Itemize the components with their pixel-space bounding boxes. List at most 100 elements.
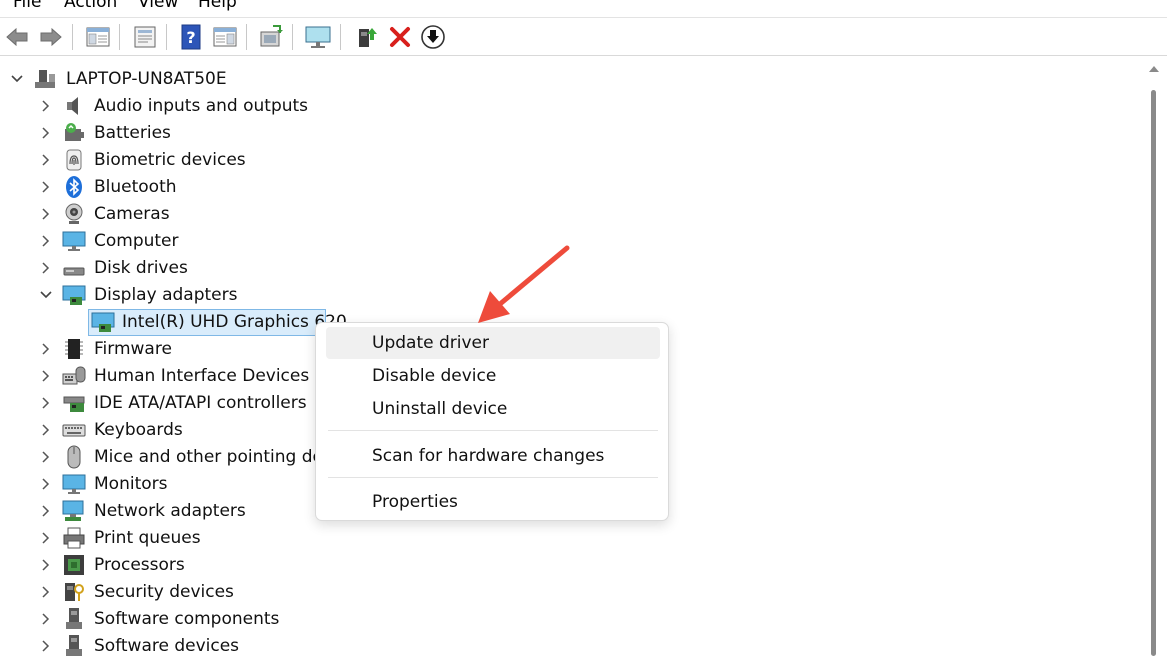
- back-button[interactable]: [2, 22, 32, 52]
- toolbar-separator: [72, 24, 73, 50]
- forward-icon: [40, 27, 62, 47]
- software-component-icon: [66, 608, 82, 629]
- chevron-right-icon[interactable]: [36, 177, 56, 197]
- chevron-right-icon[interactable]: [36, 501, 56, 521]
- chevron-right-icon[interactable]: [36, 636, 56, 656]
- tree-root[interactable]: LAPTOP-UN8AT50E: [0, 66, 1140, 93]
- scan-hardware-icon: [260, 25, 283, 47]
- monitor-icon: [305, 26, 331, 48]
- menu-bar: File Action View Help: [0, 0, 1167, 18]
- tree-item-biometric[interactable]: Biometric devices: [0, 147, 1140, 174]
- menu-help[interactable]: Help: [198, 0, 237, 12]
- tree-item-audio[interactable]: Audio inputs and outputs: [0, 93, 1140, 120]
- chevron-right-icon[interactable]: [36, 420, 56, 440]
- network-adapter-icon: [62, 500, 84, 521]
- display-adapter-icon: [62, 285, 86, 305]
- console-tree-button[interactable]: [83, 22, 113, 52]
- computer-icon: [35, 70, 55, 88]
- mouse-icon: [67, 445, 81, 469]
- vertical-scrollbar[interactable]: [1140, 56, 1167, 656]
- chevron-down-icon[interactable]: [7, 69, 27, 89]
- processor-icon: [64, 555, 84, 575]
- context-menu: Update driver Disable device Uninstall d…: [315, 322, 669, 521]
- help-icon: ?: [181, 24, 201, 50]
- tree-item-processors[interactable]: Processors: [0, 552, 1140, 579]
- chevron-right-icon[interactable]: [36, 258, 56, 278]
- uninstall-device-menu-item[interactable]: Uninstall device: [326, 393, 660, 425]
- fingerprint-icon: [66, 149, 82, 171]
- monitor-icon: [62, 231, 86, 251]
- chevron-right-icon[interactable]: [36, 528, 56, 548]
- tree-item-display-adapters[interactable]: Display adapters: [0, 282, 1140, 309]
- chip-icon: [65, 339, 83, 359]
- tree-item-cameras[interactable]: Cameras: [0, 201, 1140, 228]
- chevron-right-icon[interactable]: [36, 339, 56, 359]
- action-pane-icon: [213, 27, 237, 47]
- monitor-button[interactable]: [303, 22, 333, 52]
- keyboard-icon: [62, 424, 86, 437]
- menu-action[interactable]: Action: [64, 0, 117, 12]
- chevron-right-icon[interactable]: [36, 231, 56, 251]
- scroll-thumb[interactable]: [1151, 90, 1156, 656]
- chevron-down-icon[interactable]: [36, 285, 56, 305]
- ide-controller-icon: [63, 396, 85, 412]
- security-device-icon: [65, 583, 84, 601]
- help-button[interactable]: ?: [176, 22, 206, 52]
- battery-icon: [65, 123, 84, 141]
- properties-icon: [134, 26, 156, 48]
- chevron-right-icon[interactable]: [36, 393, 56, 413]
- disable-device-menu-item[interactable]: Disable device: [326, 360, 660, 392]
- uninstall-icon: [390, 27, 410, 47]
- chevron-right-icon[interactable]: [36, 447, 56, 467]
- menu-separator: [328, 477, 658, 478]
- scroll-up-arrow-icon[interactable]: [1149, 66, 1159, 72]
- chevron-right-icon[interactable]: [36, 96, 56, 116]
- chevron-right-icon[interactable]: [36, 582, 56, 602]
- tree-item-software-components[interactable]: Software components: [0, 606, 1140, 633]
- properties-menu-item[interactable]: Properties: [326, 486, 660, 518]
- chevron-right-icon[interactable]: [36, 150, 56, 170]
- chevron-right-icon[interactable]: [36, 204, 56, 224]
- toolbar: ?: [0, 18, 1167, 56]
- scan-hardware-menu-item[interactable]: Scan for hardware changes: [326, 440, 660, 472]
- chevron-right-icon[interactable]: [36, 366, 56, 386]
- chevron-right-icon[interactable]: [36, 609, 56, 629]
- update-driver-menu-item[interactable]: Update driver: [326, 327, 660, 359]
- forward-button[interactable]: [36, 22, 66, 52]
- root-label: LAPTOP-UN8AT50E: [66, 69, 227, 89]
- update-driver-icon: [359, 28, 377, 47]
- toolbar-separator: [119, 24, 120, 50]
- monitor-icon: [62, 474, 86, 494]
- bluetooth-icon: [66, 176, 82, 198]
- disable-device-icon: [421, 25, 445, 49]
- software-device-icon: [66, 635, 82, 656]
- toolbar-separator: [292, 24, 293, 50]
- hid-icon: [62, 366, 86, 385]
- scan-hardware-button[interactable]: [256, 22, 286, 52]
- printer-icon: [63, 527, 85, 549]
- webcam-icon: [65, 203, 83, 224]
- menu-separator: [328, 430, 658, 431]
- toolbar-separator: [340, 24, 341, 50]
- svg-text:?: ?: [186, 28, 195, 47]
- tree-item-batteries[interactable]: Batteries: [0, 120, 1140, 147]
- toolbar-separator: [246, 24, 247, 50]
- tree-item-software-devices[interactable]: Software devices: [0, 633, 1140, 656]
- chevron-right-icon[interactable]: [36, 555, 56, 575]
- back-icon: [6, 27, 28, 47]
- action-pane-button[interactable]: [210, 22, 240, 52]
- tree-item-bluetooth[interactable]: Bluetooth: [0, 174, 1140, 201]
- tree-item-disk-drives[interactable]: Disk drives: [0, 255, 1140, 282]
- properties-button[interactable]: [130, 22, 160, 52]
- menu-file[interactable]: File: [13, 0, 41, 12]
- tree-item-security-devices[interactable]: Security devices: [0, 579, 1140, 606]
- disable-device-button[interactable]: [418, 22, 448, 52]
- tree-item-computer[interactable]: Computer: [0, 228, 1140, 255]
- chevron-right-icon[interactable]: [36, 123, 56, 143]
- uninstall-button[interactable]: [385, 22, 415, 52]
- chevron-right-icon[interactable]: [36, 474, 56, 494]
- menu-view[interactable]: View: [138, 0, 178, 12]
- update-driver-button[interactable]: [352, 22, 382, 52]
- speaker-icon: [67, 97, 78, 115]
- tree-item-print-queues[interactable]: Print queues: [0, 525, 1140, 552]
